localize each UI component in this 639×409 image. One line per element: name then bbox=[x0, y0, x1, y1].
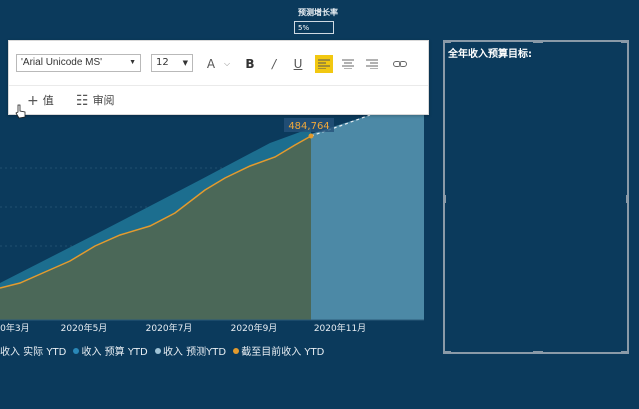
resize-handle[interactable] bbox=[626, 195, 629, 203]
x-tick-label: 2020年5月 bbox=[61, 322, 108, 334]
forecast-area bbox=[311, 115, 424, 320]
resize-handle[interactable] bbox=[443, 40, 451, 43]
x-tick-label: 2020年11月 bbox=[314, 322, 366, 334]
hand-cursor-icon bbox=[15, 104, 26, 119]
font-family-select[interactable]: 'Arial Unicode MS' ▼ bbox=[16, 54, 141, 72]
chain-link-icon bbox=[393, 61, 407, 67]
chevron-down-icon: ▼ bbox=[129, 59, 136, 66]
format-toolbar: 'Arial Unicode MS' ▼ 12 ▼ A ⌵ B / U + 值 … bbox=[8, 40, 429, 115]
add-value-button[interactable]: + 值 bbox=[27, 92, 54, 110]
legend-dot-icon bbox=[73, 348, 80, 354]
list-icon: ☷ bbox=[76, 93, 89, 109]
target-panel-title: 全年收入预算目标: bbox=[448, 49, 532, 60]
resize-handle[interactable] bbox=[443, 195, 446, 203]
legend-item-budget[interactable]: 收入 预算 YTD bbox=[73, 347, 148, 358]
link-icon[interactable] bbox=[391, 55, 409, 73]
resize-handle[interactable] bbox=[533, 351, 543, 354]
legend-item-forecast[interactable]: 收入 预测YTD bbox=[154, 347, 226, 358]
x-tick-label: 2020年7月 bbox=[146, 322, 193, 334]
align-right-button[interactable] bbox=[363, 55, 381, 73]
font-size-select[interactable]: 12 ▼ bbox=[151, 54, 193, 72]
chart-legend: 收入 实际 YTD 收入 预算 YTD 收入 预测YTD 截至目前收入 YTD bbox=[0, 343, 328, 358]
actual-area bbox=[0, 136, 311, 320]
review-button[interactable]: ☷ 审阅 bbox=[76, 92, 115, 110]
resize-handle[interactable] bbox=[533, 40, 543, 43]
underline-button[interactable]: U bbox=[289, 55, 307, 73]
resize-handle[interactable] bbox=[621, 40, 629, 43]
bold-button[interactable]: B bbox=[241, 55, 259, 73]
x-tick-label: 2020年9月 bbox=[231, 322, 278, 334]
toolbar-action-row: + 值 ☷ 审阅 bbox=[9, 86, 428, 116]
align-center-icon bbox=[342, 59, 354, 70]
plus-icon: + bbox=[27, 93, 39, 109]
resize-handle[interactable] bbox=[443, 351, 451, 354]
legend-item-actual[interactable]: 收入 实际 YTD bbox=[0, 347, 66, 358]
align-left-icon bbox=[318, 59, 330, 70]
toolbar-format-row: 'Arial Unicode MS' ▼ 12 ▼ A ⌵ B / U bbox=[9, 41, 428, 86]
legend-item-to-date[interactable]: 截至目前收入 YTD bbox=[233, 347, 324, 358]
align-left-button[interactable] bbox=[315, 55, 333, 73]
target-panel[interactable]: 全年收入预算目标: bbox=[443, 40, 629, 354]
chevron-down-icon[interactable]: ⌵ bbox=[218, 55, 236, 73]
annotation-label: 484,764 bbox=[288, 121, 329, 132]
chevron-down-icon: ▼ bbox=[182, 59, 188, 67]
align-center-button[interactable] bbox=[339, 55, 357, 73]
current-point-marker bbox=[308, 133, 314, 139]
italic-button[interactable]: / bbox=[265, 55, 283, 73]
legend-dot-icon bbox=[233, 348, 240, 354]
x-tick-label: 20年3月 bbox=[0, 322, 30, 334]
resize-handle[interactable] bbox=[621, 351, 629, 354]
legend-dot-icon bbox=[154, 348, 161, 354]
align-right-icon bbox=[366, 59, 378, 70]
